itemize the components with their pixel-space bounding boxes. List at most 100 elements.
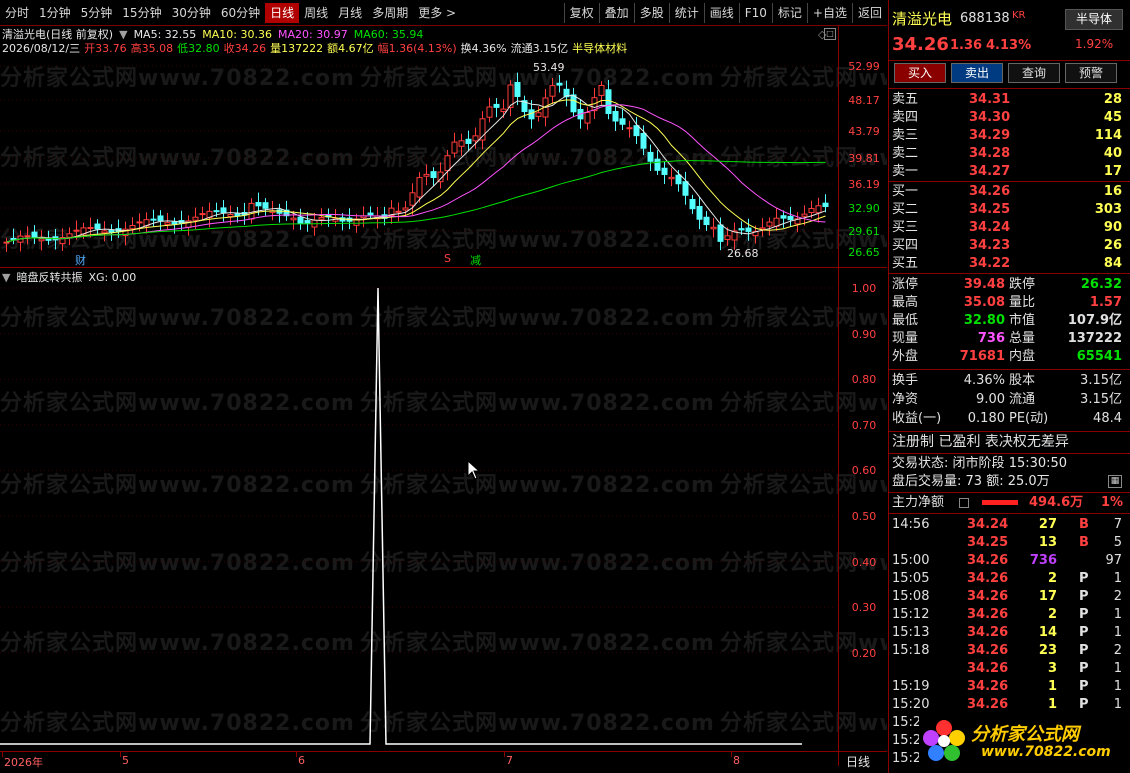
indicator-value: XG: 0.00 bbox=[88, 270, 137, 284]
tick-direction: P bbox=[1079, 679, 1089, 694]
tick-count: 97 bbox=[1105, 553, 1122, 568]
tick-row: 15:18 34.26 23 P 2 bbox=[889, 642, 1130, 660]
candle-body bbox=[633, 125, 640, 137]
candle-body bbox=[668, 176, 675, 180]
tick-time: 15:08 bbox=[892, 589, 930, 604]
status-tags: 注册制 已盈利 表决权无差异 bbox=[892, 434, 1069, 450]
tick-time: 15:20 bbox=[892, 697, 930, 712]
candle-body bbox=[297, 216, 304, 225]
tick-price: 34.26 bbox=[967, 553, 1009, 568]
ask-row[interactable]: 卖五 34.31 28 bbox=[889, 91, 1130, 109]
stat-value: 9.00 bbox=[976, 392, 1005, 407]
level-label: 卖四 bbox=[892, 110, 919, 125]
candle-body bbox=[402, 207, 409, 211]
tick-volume: 2 bbox=[1047, 571, 1057, 586]
ask-row[interactable]: 卖二 34.28 40 bbox=[889, 145, 1130, 163]
stat-label: 总量 bbox=[1009, 331, 1036, 346]
query-button[interactable]: 查询 bbox=[1008, 63, 1060, 83]
divider bbox=[889, 273, 1130, 274]
tick-direction: P bbox=[1079, 661, 1089, 676]
tick-price: 34.26 bbox=[967, 589, 1009, 604]
bid-row[interactable]: 买四 34.23 26 bbox=[889, 237, 1130, 255]
tick-time: 15:12 bbox=[892, 607, 930, 622]
signal-s-tag[interactable]: S bbox=[444, 252, 451, 265]
candle-body bbox=[199, 213, 206, 216]
tick-price: 34.26 bbox=[967, 697, 1009, 712]
divider bbox=[889, 181, 1130, 182]
level-price: 34.25 bbox=[969, 202, 1011, 217]
level-price: 34.24 bbox=[969, 220, 1011, 235]
tick-time: 15:00 bbox=[892, 553, 930, 568]
bid-row[interactable]: 买三 34.24 90 bbox=[889, 219, 1130, 237]
tick-direction: P bbox=[1079, 607, 1089, 622]
candle-body bbox=[262, 202, 269, 209]
alert-button[interactable]: 预警 bbox=[1065, 63, 1117, 83]
stat-label: 换手 bbox=[892, 373, 919, 388]
candlestick-chart[interactable] bbox=[0, 54, 838, 266]
stat-label: 净资 bbox=[892, 392, 919, 407]
level-price: 34.29 bbox=[969, 128, 1011, 143]
candle-body bbox=[458, 140, 465, 147]
candle-body bbox=[73, 229, 80, 232]
price-tick-label: 48.17 bbox=[848, 94, 880, 107]
tick-row: 15:13 34.26 14 P 1 bbox=[889, 624, 1130, 642]
finance-tag[interactable]: 财 bbox=[75, 252, 86, 268]
list-icon[interactable] bbox=[959, 498, 969, 508]
level-volume: 303 bbox=[1094, 202, 1122, 217]
chart-icon[interactable]: ▦ bbox=[1108, 475, 1122, 488]
candle-body bbox=[549, 85, 556, 97]
date-label: 5 bbox=[122, 754, 129, 767]
candle-body bbox=[220, 207, 227, 214]
candle-body bbox=[647, 151, 654, 162]
tick-direction: P bbox=[1079, 589, 1089, 604]
ask-row[interactable]: 卖三 34.29 114 bbox=[889, 127, 1130, 145]
candle-body bbox=[150, 218, 157, 221]
indicator-tick-label: 0.40 bbox=[851, 555, 877, 569]
stat-value: 65541 bbox=[1076, 349, 1122, 364]
current-price: 34.26 bbox=[892, 34, 949, 55]
candle-body bbox=[787, 215, 794, 221]
tick-row: 14:56 34.24 27 B 7 bbox=[889, 516, 1130, 534]
stat-value: 3.15亿 bbox=[1080, 392, 1122, 407]
bid-row[interactable]: 买五 34.22 84 bbox=[889, 255, 1130, 273]
tick-volume: 13 bbox=[1038, 535, 1057, 550]
indicator-header: ▼ 暗盘反转共振 XG: 0.00 bbox=[2, 270, 137, 285]
main-flow-pct: 1% bbox=[1101, 495, 1124, 510]
candle-body bbox=[423, 173, 430, 177]
trade-status-time: 15:30:50 bbox=[1008, 456, 1068, 471]
candle-body bbox=[108, 230, 115, 233]
level-price: 34.22 bbox=[969, 256, 1011, 271]
candle-body bbox=[780, 215, 787, 219]
sell-button[interactable]: 卖出 bbox=[951, 63, 1003, 83]
candle-body bbox=[675, 174, 682, 185]
reduce-tag[interactable]: 减 bbox=[470, 252, 481, 268]
candle-body bbox=[409, 192, 416, 206]
bid-row[interactable]: 买二 34.25 303 bbox=[889, 201, 1130, 219]
bid-row[interactable]: 买一 34.26 16 bbox=[889, 183, 1130, 201]
stat-label: 外盘 bbox=[892, 349, 919, 364]
ask-row[interactable]: 卖四 34.30 45 bbox=[889, 109, 1130, 127]
tick-time: 15:05 bbox=[892, 571, 930, 586]
tick-count: 1 bbox=[1113, 571, 1122, 586]
level-label: 卖二 bbox=[892, 146, 919, 161]
sector-button[interactable]: 半导体 bbox=[1065, 9, 1123, 30]
candle-body bbox=[171, 221, 178, 225]
low-mark: 26.68 bbox=[727, 247, 759, 260]
tick-direction: P bbox=[1079, 625, 1089, 640]
stat-row: 现量 736 总量 137222 bbox=[889, 330, 1130, 348]
candle-body bbox=[724, 235, 731, 240]
period-label: 日线 bbox=[846, 755, 871, 769]
indicator-chart[interactable] bbox=[0, 284, 838, 750]
buy-button[interactable]: 买入 bbox=[894, 63, 946, 83]
candle-body bbox=[10, 237, 17, 240]
stat-row: 收益(一) 0.180 PE(动) 48.4 bbox=[889, 410, 1130, 428]
indicator-tick-label: 0.50 bbox=[851, 510, 877, 523]
candle-body bbox=[584, 112, 591, 124]
stat-value: 35.08 bbox=[963, 295, 1005, 310]
candle-body bbox=[157, 215, 164, 222]
candle-body bbox=[255, 202, 262, 207]
indicator-collapse-icon[interactable]: ▼ bbox=[2, 271, 10, 284]
ask-row[interactable]: 卖一 34.27 17 bbox=[889, 163, 1130, 181]
stock-code: 688138 bbox=[960, 11, 1010, 26]
level-price: 34.30 bbox=[969, 110, 1011, 125]
